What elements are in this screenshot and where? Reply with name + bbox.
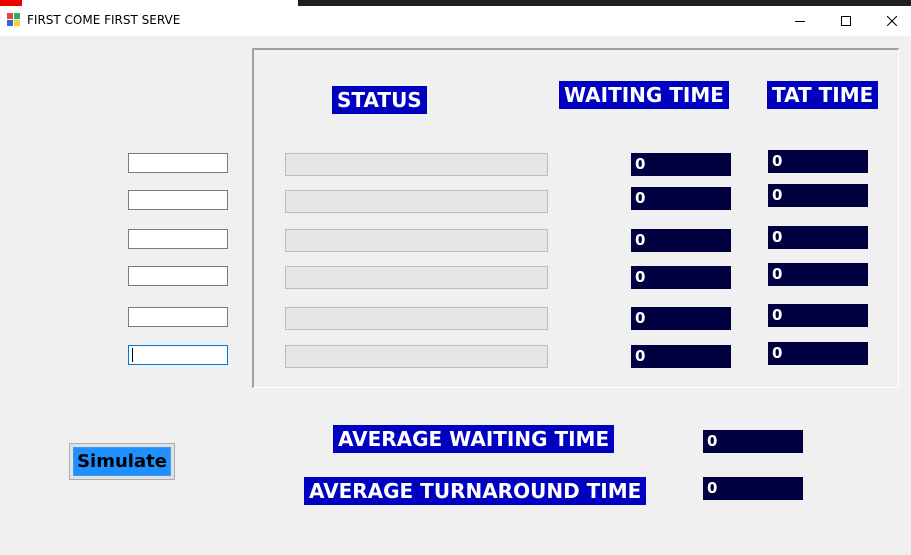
- simulate-button[interactable]: Simulate: [69, 443, 175, 480]
- burst-time-input-3[interactable]: [128, 229, 228, 249]
- tat-time-header: TAT TIME: [767, 81, 879, 109]
- status-header: STATUS: [332, 86, 427, 114]
- waiting-time-value-3: 0: [631, 229, 731, 252]
- close-button[interactable]: [869, 6, 911, 36]
- burst-time-input-2[interactable]: [128, 190, 228, 210]
- status-progress-5: [285, 307, 548, 330]
- burst-time-input-6[interactable]: [128, 345, 228, 365]
- burst-time-input-4[interactable]: [128, 266, 228, 286]
- minimize-button[interactable]: [777, 6, 823, 36]
- average-turnaround-time-label: AVERAGE TURNAROUND TIME: [304, 477, 647, 505]
- status-progress-6: [285, 345, 548, 368]
- tat-time-value-1: 0: [768, 150, 868, 173]
- burst-time-input-5[interactable]: [128, 307, 228, 327]
- tat-time-value-6: 0: [768, 342, 868, 365]
- minimize-icon: [795, 21, 805, 22]
- status-progress-4: [285, 266, 548, 289]
- status-progress-2: [285, 190, 548, 213]
- close-icon: [887, 16, 897, 26]
- window-title: FIRST COME FIRST SERVE: [27, 13, 181, 27]
- waiting-time-value-5: 0: [631, 307, 731, 330]
- tat-time-value-2: 0: [768, 184, 868, 207]
- text-caret: [132, 348, 133, 362]
- average-turnaround-time-value: 0: [703, 477, 803, 500]
- average-waiting-time-label: AVERAGE WAITING TIME: [333, 425, 615, 453]
- maximize-icon: [841, 16, 851, 26]
- status-progress-3: [285, 229, 548, 252]
- app-icon: [7, 13, 20, 26]
- waiting-time-value-6: 0: [631, 345, 731, 368]
- burst-time-input-1[interactable]: [128, 153, 228, 173]
- waiting-time-value-4: 0: [631, 266, 731, 289]
- tat-time-value-4: 0: [768, 263, 868, 286]
- status-progress-1: [285, 153, 548, 176]
- average-waiting-time-value: 0: [703, 430, 803, 453]
- waiting-time-value-1: 0: [631, 153, 731, 176]
- simulate-button-label: Simulate: [73, 447, 171, 476]
- tat-time-value-3: 0: [768, 226, 868, 249]
- maximize-button[interactable]: [823, 6, 869, 36]
- title-bar: FIRST COME FIRST SERVE: [0, 6, 911, 36]
- waiting-time-value-2: 0: [631, 187, 731, 210]
- waiting-time-header: WAITING TIME: [559, 81, 729, 109]
- tat-time-value-5: 0: [768, 304, 868, 327]
